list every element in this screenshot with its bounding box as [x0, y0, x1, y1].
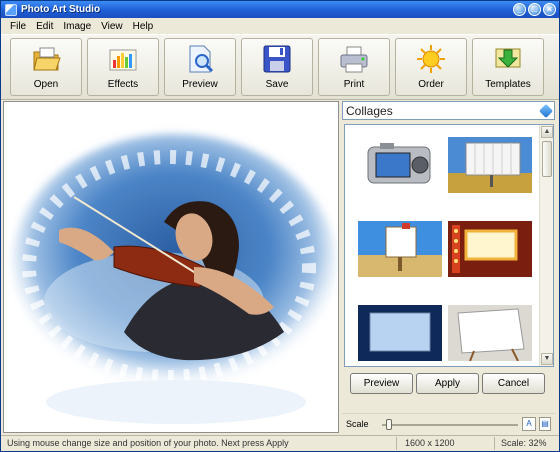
- apply-button[interactable]: Apply: [416, 373, 479, 394]
- effects-chart-icon: [108, 44, 138, 74]
- scale-readout: Scale: 32%: [501, 438, 547, 448]
- photo-canvas[interactable]: [3, 101, 339, 433]
- status-divider: [396, 437, 397, 450]
- cancel-button[interactable]: Cancel: [482, 373, 545, 394]
- close-button[interactable]: ×: [543, 3, 556, 16]
- preview-label: Preview: [182, 79, 218, 90]
- templates-button[interactable]: Templates: [472, 38, 544, 96]
- gem-dropdown-icon[interactable]: [538, 103, 554, 119]
- scroll-up-icon[interactable]: ▲: [541, 126, 553, 138]
- photo-violinist-splash: [4, 102, 338, 432]
- order-label: Order: [418, 79, 444, 90]
- title-bar[interactable]: Photo Art Studio _ □ ×: [1, 1, 559, 18]
- thumbnail-gallery: ▲ ▼: [344, 124, 554, 367]
- close-icon: ×: [546, 4, 553, 14]
- scale-label: Scale: [346, 418, 369, 429]
- scale-slider-knob[interactable]: [385, 419, 392, 430]
- preview-button[interactable]: Preview: [164, 38, 236, 96]
- open-button[interactable]: Open: [10, 38, 82, 96]
- maximize-button[interactable]: □: [528, 3, 541, 16]
- image-dimensions: 1600 x 1200: [405, 438, 455, 448]
- save-button[interactable]: Save: [241, 38, 313, 96]
- effects-label: Effects: [107, 79, 139, 90]
- camera-screen-thumbnail[interactable]: [358, 137, 442, 193]
- print-button[interactable]: Print: [318, 38, 390, 96]
- app-icon: [5, 3, 17, 16]
- beach-sign-thumbnail[interactable]: [358, 221, 442, 277]
- menu-file[interactable]: File: [5, 21, 31, 32]
- easel-canvas-thumbnail[interactable]: [448, 305, 532, 361]
- projector-screen-thumbnail[interactable]: [358, 305, 442, 361]
- order-button[interactable]: Order: [395, 38, 467, 96]
- window-controls: _ □ ×: [513, 3, 556, 16]
- theater-marquee-thumbnail[interactable]: [448, 221, 532, 277]
- magnifier-document-icon: [185, 44, 215, 74]
- menu-bar: File Edit Image View Help: [1, 18, 559, 34]
- app-window: Photo Art Studio _ □ × File Edit Image V…: [0, 0, 560, 452]
- scroll-thumb[interactable]: [542, 141, 552, 177]
- scroll-down-icon[interactable]: ▼: [541, 353, 553, 365]
- window-title: Photo Art Studio: [21, 4, 101, 15]
- floppy-disk-icon: [262, 44, 292, 74]
- open-label: Open: [33, 79, 59, 90]
- toolbar: Open Effects Preview Save Print Order Te…: [1, 34, 559, 100]
- scale-slider-track[interactable]: [382, 424, 518, 426]
- effects-button[interactable]: Effects: [87, 38, 159, 96]
- folder-open-icon: [31, 44, 61, 74]
- gallery-scrollbar[interactable]: ▲ ▼: [539, 125, 553, 366]
- templates-download-icon: [493, 44, 523, 74]
- status-bar: Using mouse change size and position of …: [1, 435, 559, 451]
- menu-help[interactable]: Help: [128, 21, 159, 32]
- menu-view[interactable]: View: [96, 21, 128, 32]
- fit-to-width-icon[interactable]: A: [522, 417, 536, 431]
- minimize-button[interactable]: _: [513, 3, 526, 16]
- fit-to-page-icon[interactable]: ▤: [539, 417, 551, 431]
- status-message: Using mouse change size and position of …: [7, 438, 289, 448]
- maximize-icon: □: [531, 4, 538, 14]
- printer-icon: [339, 44, 369, 74]
- category-value: Collages: [346, 103, 393, 118]
- category-dropdown[interactable]: Collages: [342, 101, 555, 120]
- templates-panel: Collages ▲ ▼ Preview Apply Cancel Scale …: [341, 101, 557, 433]
- panel-preview-button[interactable]: Preview: [350, 373, 413, 394]
- scale-bar: Scale A ▤: [342, 413, 555, 433]
- status-divider: [494, 437, 495, 450]
- menu-edit[interactable]: Edit: [31, 21, 58, 32]
- sun-icon: [416, 44, 446, 74]
- minimize-icon: _: [516, 4, 522, 14]
- billboard-field-thumbnail[interactable]: [448, 137, 532, 193]
- templates-label: Templates: [485, 79, 531, 90]
- menu-image[interactable]: Image: [58, 21, 96, 32]
- save-label: Save: [265, 79, 289, 90]
- print-label: Print: [343, 79, 365, 90]
